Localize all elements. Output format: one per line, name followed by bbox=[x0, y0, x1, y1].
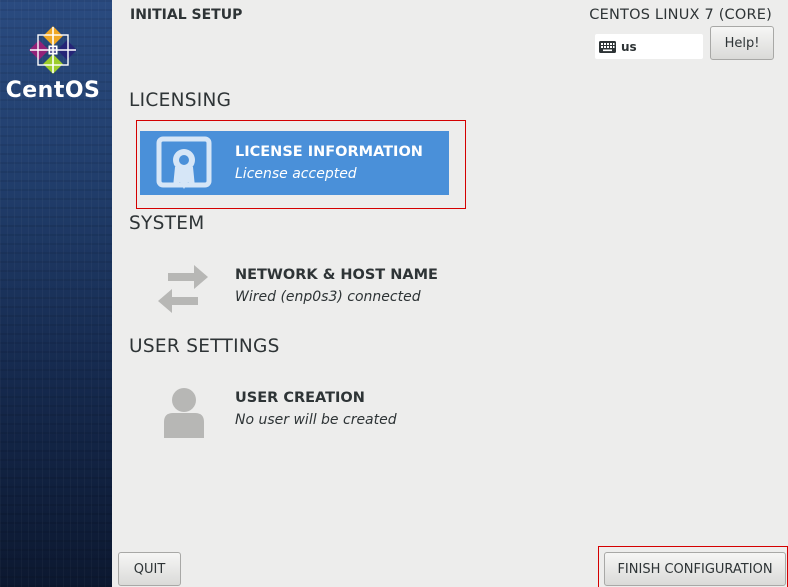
spoke-status: License accepted bbox=[235, 166, 357, 182]
spoke-license-information[interactable]: LICENSE INFORMATION License accepted bbox=[140, 131, 449, 195]
page-title: INITIAL SETUP bbox=[130, 7, 243, 23]
spoke-title: USER CREATION bbox=[235, 390, 365, 406]
spoke-user-creation[interactable]: USER CREATION No user will be created bbox=[140, 377, 449, 441]
spoke-network-host-name[interactable]: NETWORK & HOST NAME Wired (enp0s3) conne… bbox=[140, 254, 449, 318]
keyboard-icon bbox=[599, 40, 616, 53]
finish-configuration-button[interactable]: FINISH CONFIGURATION bbox=[604, 552, 786, 586]
centos-logo-icon bbox=[29, 26, 77, 74]
license-icon bbox=[156, 136, 212, 189]
spoke-title: NETWORK & HOST NAME bbox=[235, 267, 438, 283]
section-title-licensing: LICENSING bbox=[129, 90, 232, 111]
main-panel: INITIAL SETUP CENTOS LINUX 7 (CORE) us H… bbox=[112, 0, 788, 587]
spoke-title: LICENSE INFORMATION bbox=[235, 144, 423, 160]
spoke-status: Wired (enp0s3) connected bbox=[235, 289, 421, 305]
section-title-user-settings: USER SETTINGS bbox=[129, 336, 280, 357]
sidebar: CentOS bbox=[0, 0, 112, 587]
keyboard-layout-label: us bbox=[621, 39, 637, 54]
help-button[interactable]: Help! bbox=[710, 26, 774, 60]
spoke-status: No user will be created bbox=[235, 412, 397, 428]
product-title: CENTOS LINUX 7 (CORE) bbox=[589, 7, 772, 23]
quit-button[interactable]: QUIT bbox=[118, 552, 181, 586]
user-icon bbox=[164, 388, 204, 438]
centos-logo-text: CentOS bbox=[5, 78, 101, 103]
keyboard-layout-indicator[interactable]: us bbox=[595, 34, 703, 59]
section-title-system: SYSTEM bbox=[129, 213, 205, 234]
network-arrows-icon bbox=[158, 265, 208, 313]
